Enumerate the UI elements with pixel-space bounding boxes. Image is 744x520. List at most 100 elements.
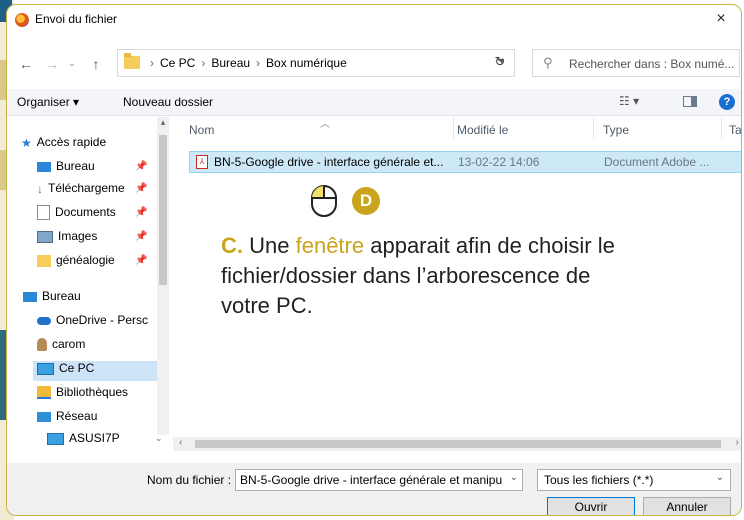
breadcrumb-item[interactable]: Bureau (211, 56, 250, 70)
download-icon: ↓ (37, 181, 43, 196)
recent-locations-button[interactable]: ⌄ (63, 55, 81, 73)
pin-icon: 📌 (135, 161, 148, 172)
column-divider[interactable] (721, 117, 722, 139)
sidebar-item-label: ASUSI7P (69, 431, 120, 445)
sidebar-item-label: Téléchargeme (48, 181, 125, 195)
chevron-down-icon[interactable]: ⌄ (155, 433, 163, 444)
pdf-icon: ⅄ (196, 155, 208, 169)
chevron-right-icon: › (150, 56, 154, 70)
sidebar-item-label: OneDrive - Persc (56, 313, 149, 327)
computer-icon (47, 432, 64, 445)
sidebar-item-label: Réseau (56, 409, 98, 423)
sidebar-item-label: Images (58, 229, 98, 243)
chevron-left-icon[interactable]: ‹ (179, 437, 182, 448)
horizontal-scroll-thumb[interactable] (195, 440, 721, 448)
breadcrumb-item[interactable]: Ce PC (160, 56, 195, 70)
instruction-caption: C. Une fenêtre apparait afin de choisir … (221, 231, 641, 321)
preview-pane-icon[interactable] (683, 96, 697, 107)
star-icon: ★ (21, 135, 32, 150)
search-box[interactable]: ⚲ Rechercher dans : Box numé... (532, 49, 740, 77)
table-row[interactable]: ⅄ BN-5-Google drive - interface générale… (189, 151, 741, 173)
pin-icon: 📌 (135, 207, 148, 218)
chevron-right-icon: › (201, 56, 206, 70)
help-icon[interactable]: ? (719, 94, 735, 110)
file-type: Document Adobe ... (604, 155, 710, 169)
sidebar-item-onedrive[interactable]: OneDrive - Persc (37, 313, 157, 333)
network-icon (37, 411, 51, 422)
column-divider[interactable] (453, 117, 454, 139)
file-modified: 13-02-22 14:06 (458, 155, 540, 169)
file-type-filter-value: Tous les fichiers (*.*) (544, 473, 654, 487)
caption-step-letter: C. (221, 233, 243, 258)
filename-value: BN-5-Google drive - interface générale e… (240, 473, 503, 487)
folder-icon (37, 254, 51, 267)
file-type-filter[interactable]: Tous les fichiers (*.*) ⌄ (537, 469, 731, 491)
search-placeholder: Rechercher dans : Box numé... (569, 57, 735, 71)
user-icon (37, 338, 47, 352)
organize-menu[interactable]: Organiser ▾ (17, 95, 79, 109)
sidebar-item-label: généalogie (56, 253, 115, 267)
new-folder-button[interactable]: Nouveau dossier (123, 95, 213, 109)
column-header-type[interactable]: Type (603, 123, 629, 137)
refresh-button[interactable]: ↻ (486, 49, 514, 77)
command-bar: Organiser ▾ Nouveau dossier ☷ ▾ ? (7, 89, 741, 116)
chevron-down-icon[interactable]: ⌄ (510, 472, 518, 483)
step-badge: D (352, 187, 380, 215)
breadcrumb: › Ce PC › Bureau › Box numérique (144, 56, 347, 70)
sidebar-scroll-thumb[interactable] (159, 135, 167, 285)
close-button[interactable]: × (701, 5, 741, 33)
sidebar-item-bureau[interactable]: Bureau (23, 289, 157, 309)
forward-button[interactable]: → (43, 55, 61, 73)
open-button[interactable]: Ouvrir (547, 497, 635, 515)
caption-highlight: fenêtre (295, 233, 365, 258)
horizontal-scrollbar[interactable]: ‹ › (173, 437, 741, 451)
sidebar-item-label: Ce PC (59, 361, 95, 375)
mouse-icon (311, 185, 337, 217)
sidebar-item-bibliotheques[interactable]: Bibliothèques (37, 385, 157, 405)
cloud-icon (37, 316, 51, 325)
navigation-row: ← → ⌄ ↑ › Ce PC › Bureau › Box numérique ▾ ↻ … (7, 49, 741, 79)
pin-icon: 📌 (135, 255, 148, 266)
chevron-down-icon[interactable]: ⌄ (716, 472, 724, 483)
sidebar-item-label: Documents (55, 205, 116, 219)
column-header-modified[interactable]: Modifié le (457, 123, 508, 137)
document-icon (37, 205, 50, 221)
filename-input[interactable]: BN-5-Google drive - interface générale e… (235, 469, 523, 491)
sidebar-item-label: Bureau (42, 289, 81, 303)
column-divider[interactable] (593, 117, 594, 139)
dialog-footer: Nom du fichier : BN-5-Google drive - int… (7, 463, 741, 515)
firefox-icon (15, 13, 29, 27)
desktop-icon (23, 291, 37, 302)
library-icon (37, 386, 51, 400)
up-button[interactable]: ↑ (87, 55, 105, 73)
sidebar-item-label: Bureau (56, 159, 95, 173)
folder-icon (124, 53, 140, 69)
cancel-button[interactable]: Annuler (643, 497, 731, 515)
sidebar-item-reseau[interactable]: Réseau (37, 409, 157, 429)
image-icon (37, 230, 53, 243)
sidebar-item-quick-access[interactable]: ★ Accès rapide (21, 135, 157, 155)
filename-label: Nom du fichier : (147, 473, 232, 487)
sidebar-item-label: Bibliothèques (56, 385, 129, 399)
search-icon: ⚲ (543, 55, 553, 70)
sidebar-item-label: carom (52, 337, 86, 351)
address-bar[interactable]: › Ce PC › Bureau › Box numérique ▾ (117, 49, 515, 77)
sidebar-item-carom[interactable]: carom (37, 337, 157, 357)
column-header-name[interactable]: Nom (189, 123, 214, 137)
file-name: BN-5-Google drive - interface générale e… (214, 155, 444, 169)
back-button[interactable]: ← (17, 55, 35, 73)
breadcrumb-item[interactable]: Box numérique (266, 56, 347, 70)
pin-icon: 📌 (135, 231, 148, 242)
sort-ascending-icon: ︿ (320, 119, 330, 130)
computer-icon (37, 362, 54, 375)
column-header-size[interactable]: Tai (729, 123, 741, 137)
view-options-icon[interactable]: ☷ ▾ (619, 94, 639, 108)
sidebar-item-asusi7p[interactable]: ASUSI7P (47, 431, 157, 451)
title-bar: Envoi du fichier × (7, 5, 741, 35)
chevron-right-icon[interactable]: › (736, 437, 739, 448)
window-title: Envoi du fichier (35, 12, 118, 26)
caption-text: Une (249, 233, 290, 258)
pin-icon: 📌 (135, 183, 148, 194)
sidebar-item-ce-pc[interactable]: Ce PC (33, 361, 157, 381)
scroll-up-arrow[interactable]: ▴ (157, 117, 169, 128)
